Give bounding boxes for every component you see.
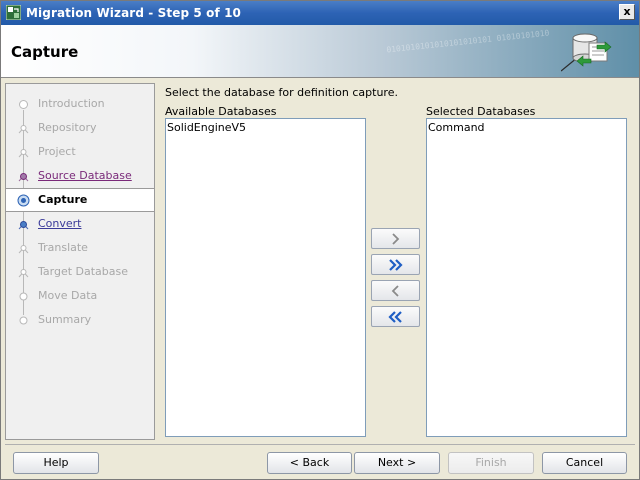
step-label: Repository	[38, 121, 97, 134]
step-target-database[interactable]: Target Database	[6, 260, 154, 284]
wizard-header-banner: Capture 0101010101010101010101 010101010…	[1, 25, 639, 78]
list-item[interactable]: SolidEngineV5	[167, 121, 246, 134]
step-repository[interactable]: Repository	[6, 116, 154, 140]
finish-button[interactable]: Finish	[448, 452, 534, 474]
step-label: Translate	[38, 241, 88, 254]
wizard-steps-panel: Introduction Repository Project Source D…	[5, 83, 155, 440]
close-window-button[interactable]: x	[619, 4, 635, 20]
step-label: Source Database	[38, 169, 132, 182]
step-visited-node-icon	[18, 173, 29, 182]
step-project[interactable]: Project	[6, 140, 154, 164]
selected-databases-label: Selected Databases	[426, 105, 536, 118]
title-bar: Migration Wizard - Step 5 of 10 x	[1, 1, 639, 25]
step-node-icon	[19, 292, 28, 301]
migration-wizard-window: Migration Wizard - Step 5 of 10 x Captur…	[0, 0, 640, 480]
cancel-button[interactable]: Cancel	[542, 452, 627, 474]
wizard-app-icon	[6, 5, 21, 20]
move-all-right-icon	[389, 259, 403, 271]
binary-decoration: 0101010101010101010101 01010101010	[385, 28, 550, 55]
selected-databases-list[interactable]: Command	[426, 118, 627, 437]
step-translate[interactable]: Translate	[6, 236, 154, 260]
move-right-icon	[392, 233, 400, 245]
step-connector	[23, 308, 24, 315]
page-title: Capture	[11, 43, 79, 61]
step-label: Summary	[38, 313, 92, 326]
database-migration-icon	[561, 33, 612, 72]
move-right-button[interactable]	[371, 228, 420, 249]
step-summary[interactable]: Summary	[6, 308, 154, 332]
step-convert[interactable]: Convert	[6, 212, 154, 236]
step-source-database[interactable]: Source Database	[6, 164, 154, 188]
back-button[interactable]: < Back	[267, 452, 352, 474]
step-node-icon	[19, 100, 28, 109]
available-databases-label: Available Databases	[165, 105, 277, 118]
move-all-right-button[interactable]	[371, 254, 420, 275]
step-label: Capture	[38, 193, 88, 206]
list-item[interactable]: Command	[428, 121, 485, 134]
step-label: Move Data	[38, 289, 98, 302]
next-button[interactable]: Next >	[354, 452, 440, 474]
window-title: Migration Wizard - Step 5 of 10	[26, 6, 242, 20]
step-node-icon	[18, 269, 29, 278]
step-introduction[interactable]: Introduction	[6, 92, 154, 116]
step-label: Introduction	[38, 97, 105, 110]
step-node-icon	[19, 316, 28, 325]
step-label: Target Database	[38, 265, 129, 278]
step-move-data[interactable]: Move Data	[6, 284, 154, 308]
step-link-node-icon	[18, 221, 29, 230]
step-node-icon	[18, 245, 29, 254]
step-label: Project	[38, 145, 76, 158]
move-left-icon	[391, 285, 399, 297]
move-left-button[interactable]	[371, 280, 420, 301]
move-all-left-icon	[388, 311, 402, 323]
step-current-node-icon	[17, 194, 30, 207]
available-databases-list[interactable]: SolidEngineV5	[165, 118, 366, 437]
move-all-left-button[interactable]	[371, 306, 420, 327]
capture-instruction: Select the database for definition captu…	[165, 86, 398, 99]
step-capture[interactable]: Capture	[6, 188, 154, 212]
step-node-icon	[18, 149, 29, 158]
help-button[interactable]: Help	[13, 452, 99, 474]
step-node-icon	[18, 125, 29, 134]
step-label: Convert	[38, 217, 82, 230]
footer-divider	[5, 444, 635, 445]
